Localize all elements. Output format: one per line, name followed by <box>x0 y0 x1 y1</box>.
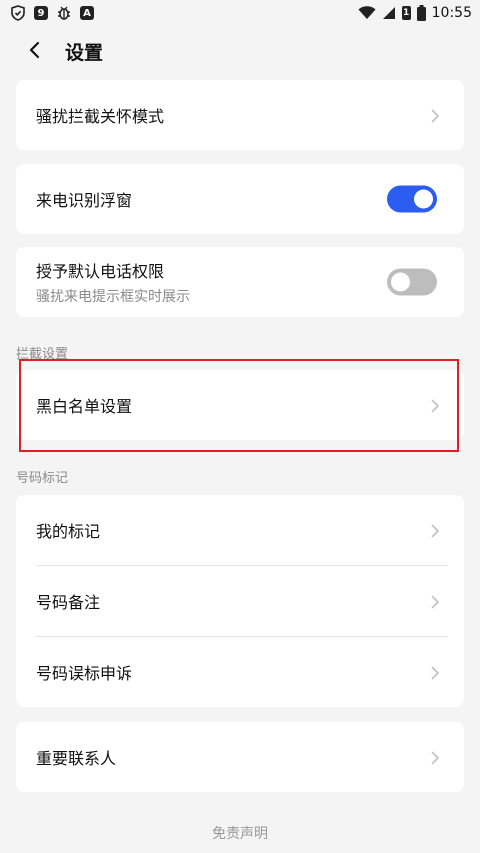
sim-1-icon: 1 <box>401 6 411 20</box>
row-text-group: 授予默认电话权限 骚扰来电提示框实时展示 <box>36 258 190 306</box>
row-label: 号码误标申诉 <box>36 664 133 683</box>
row-label: 号码备注 <box>36 593 101 612</box>
chevron-right-icon <box>430 398 440 413</box>
row-label: 黑白名单设置 <box>36 397 133 416</box>
toggle-knob <box>391 272 410 292</box>
row-caller-id-float: 来电识别浮窗 <box>16 164 464 234</box>
app-header: 设置 <box>0 30 480 74</box>
row-label: 我的标记 <box>36 522 101 541</box>
chevron-left-icon <box>28 41 40 63</box>
disclaimer-link[interactable]: 免责声明 <box>0 823 480 843</box>
row-sublabel: 骚扰来电提示框实时展示 <box>36 289 190 305</box>
row-label: 来电识别浮窗 <box>36 191 133 210</box>
card-number-marks: 我的标记 号码备注 号码误标申诉 <box>16 495 464 707</box>
badge-9-icon: 9 <box>34 6 48 20</box>
section-label-intercept: 拦截设置 <box>16 347 69 362</box>
status-bar: 9 A 1 10:55 <box>0 0 480 26</box>
shield-check-icon <box>10 5 26 21</box>
battery-icon <box>416 5 426 21</box>
chevron-right-icon <box>430 665 440 680</box>
page-title: 设置 <box>65 42 104 64</box>
back-button[interactable] <box>22 40 46 64</box>
wifi-icon <box>358 6 376 20</box>
row-label: 重要联系人 <box>36 749 117 768</box>
status-bar-left: 9 A <box>10 5 94 21</box>
toggle-knob <box>414 189 433 209</box>
chevron-right-icon <box>430 523 440 538</box>
a-box-icon: A <box>80 6 94 20</box>
row-default-phone-permission: 授予默认电话权限 骚扰来电提示框实时展示 <box>16 247 464 317</box>
status-bar-right: 1 10:55 <box>358 5 472 21</box>
signal-icon <box>382 6 396 20</box>
section-label-number-marks: 号码标记 <box>16 471 69 486</box>
card-important-contacts: 重要联系人 <box>16 722 464 792</box>
chevron-right-icon <box>430 750 440 765</box>
card-default-phone: 授予默认电话权限 骚扰来电提示框实时展示 <box>16 247 464 317</box>
chevron-right-icon <box>430 108 440 123</box>
card-blacklist: 黑白名单设置 <box>16 370 464 440</box>
row-number-notes[interactable]: 号码备注 <box>16 566 464 636</box>
row-blacklist-settings[interactable]: 黑白名单设置 <box>16 370 464 440</box>
card-caller-float: 来电识别浮窗 <box>16 164 464 234</box>
caller-float-toggle[interactable] <box>387 185 437 213</box>
row-important-contacts[interactable]: 重要联系人 <box>16 722 464 792</box>
default-phone-toggle[interactable] <box>387 268 437 296</box>
row-my-marks[interactable]: 我的标记 <box>16 495 464 565</box>
bug-icon <box>56 5 72 21</box>
chevron-right-icon <box>430 594 440 609</box>
row-label: 骚扰拦截关怀模式 <box>36 107 165 126</box>
card-harassment-care: 骚扰拦截关怀模式 <box>16 80 464 150</box>
row-harassment-care-mode[interactable]: 骚扰拦截关怀模式 <box>16 80 464 150</box>
row-mislabel-appeal[interactable]: 号码误标申诉 <box>16 637 464 707</box>
clock: 10:55 <box>431 5 472 21</box>
row-label: 授予默认电话权限 <box>36 262 165 281</box>
